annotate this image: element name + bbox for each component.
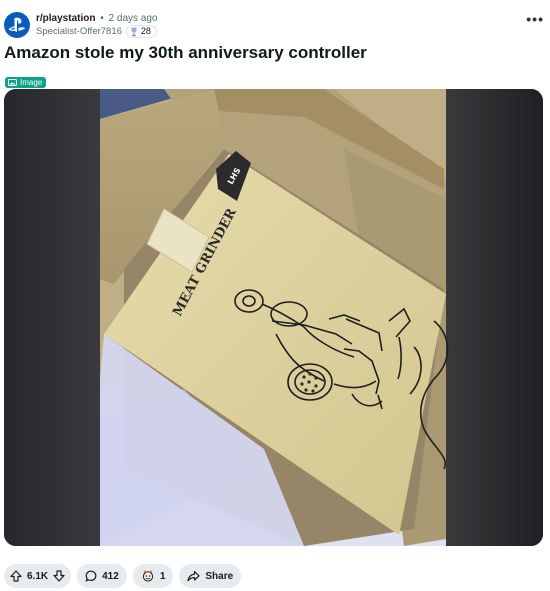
subreddit-name[interactable]: r/playstation [36, 13, 95, 24]
share-label: Share [205, 570, 234, 582]
share-button[interactable]: Share [179, 564, 242, 588]
post-meta: r/playstation • 2 days ago Specialist-Of… [36, 12, 157, 38]
post-title[interactable]: Amazon stole my 30th anniversary control… [4, 42, 367, 64]
playstation-logo-icon [8, 17, 25, 32]
post-time: 2 days ago [108, 13, 158, 24]
post-flair-tag[interactable]: Image [5, 77, 47, 88]
award-button[interactable]: 1 [132, 564, 174, 588]
comment-bubble-icon [85, 570, 97, 582]
author-name[interactable]: Specialist-Offer7816 [36, 25, 122, 38]
meta-line-subreddit: r/playstation • 2 days ago [36, 12, 157, 25]
post-actions-bar: 6.1K 412 1 Share [4, 564, 242, 588]
image-icon [8, 79, 17, 86]
meta-line-author: Specialist-Offer7816 28 [36, 25, 157, 38]
comments-button[interactable]: 412 [77, 564, 127, 588]
arrow-up-icon[interactable] [10, 570, 22, 582]
meta-separator: • [100, 13, 104, 24]
vote-control: 6.1K [4, 564, 72, 588]
post-header: r/playstation • 2 days ago Specialist-Of… [4, 10, 544, 42]
post-flair-label: Image [20, 78, 43, 87]
arrow-down-icon[interactable] [53, 570, 65, 582]
post-card: r/playstation • 2 days ago Specialist-Of… [0, 0, 550, 591]
user-flair-badge: 28 [125, 25, 157, 38]
post-image[interactable]: LHS MEAT GRINDER [4, 89, 543, 546]
award-icon [142, 570, 153, 582]
more-options-button[interactable]: ••• [526, 12, 544, 26]
user-flair-count: 28 [140, 26, 151, 36]
meat-grinder-box-photo: LHS MEAT GRINDER [4, 89, 543, 546]
subreddit-avatar[interactable] [4, 12, 30, 38]
trophy-icon [131, 27, 137, 36]
vote-count: 6.1K [27, 570, 49, 582]
share-arrow-icon [187, 570, 200, 582]
award-count: 1 [159, 570, 166, 582]
comment-count: 412 [102, 570, 119, 582]
